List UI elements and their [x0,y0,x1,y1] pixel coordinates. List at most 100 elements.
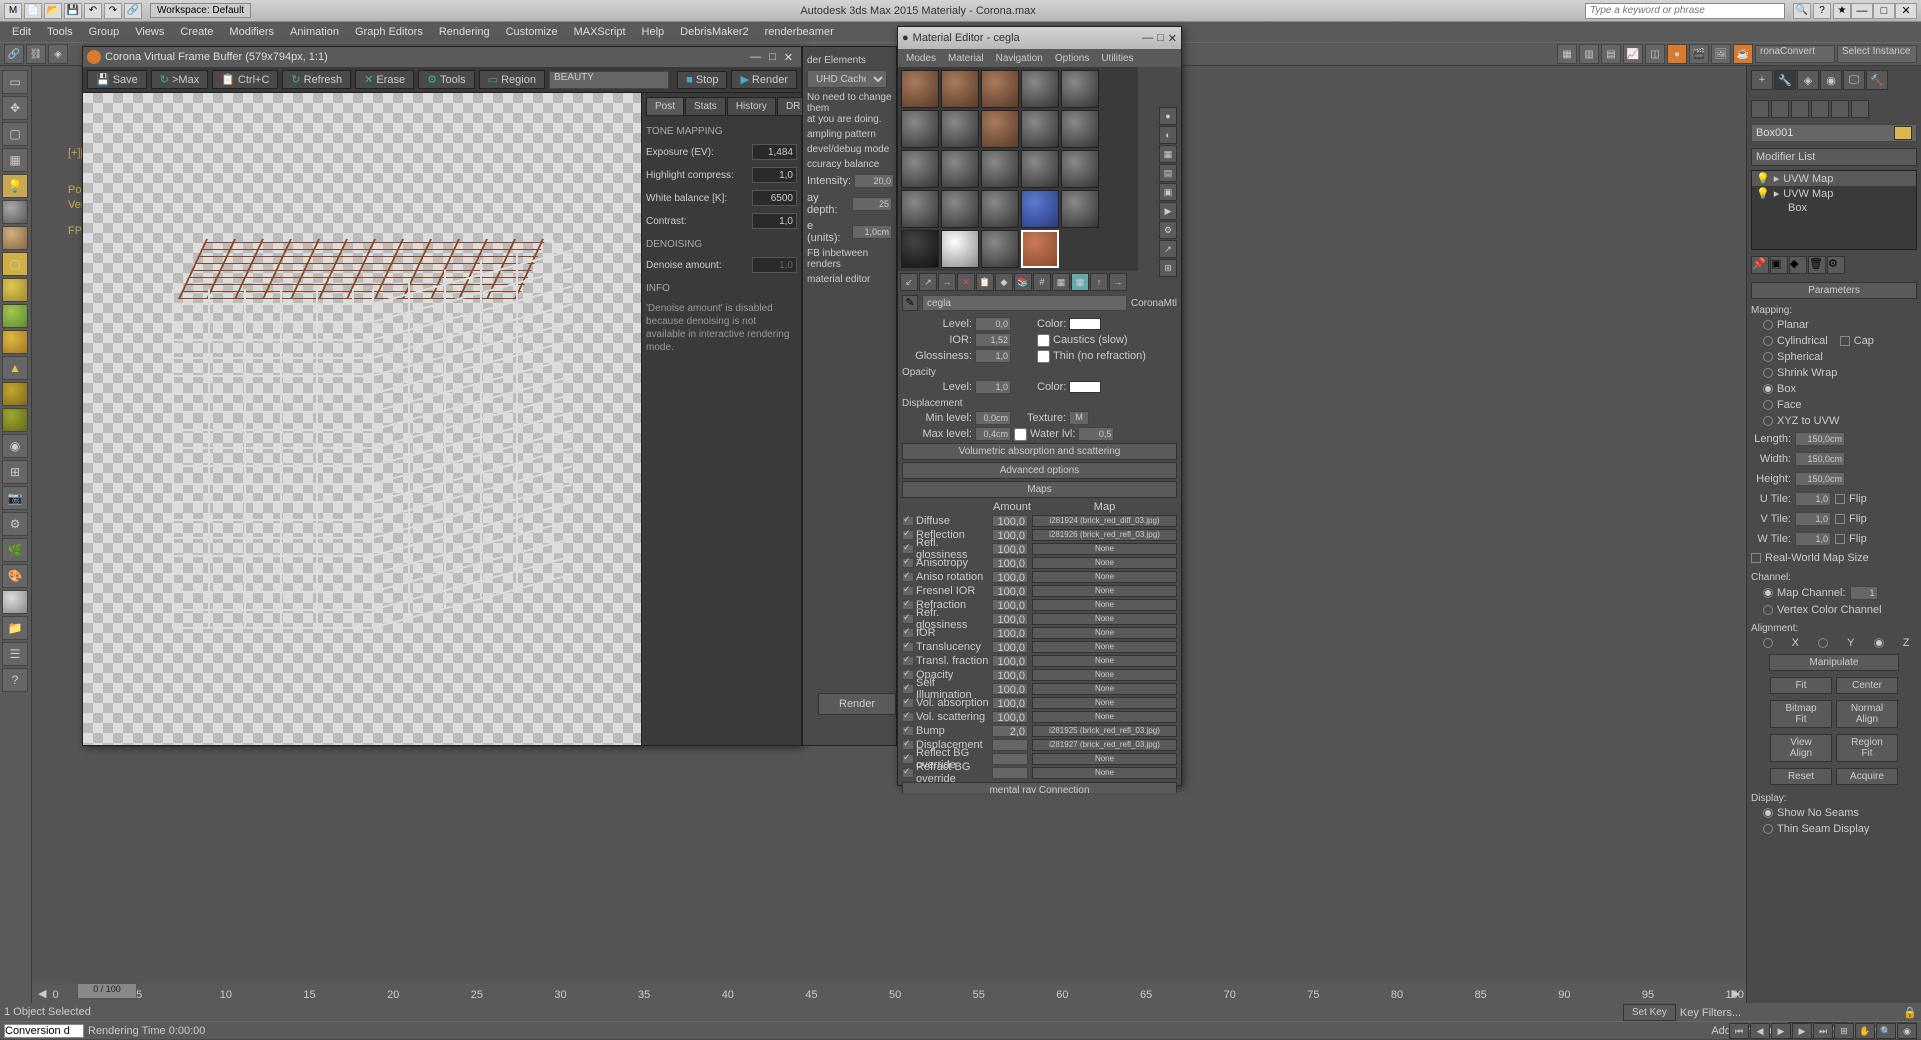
app-icon[interactable]: M [4,3,22,19]
vfb-titlebar[interactable]: Corona Virtual Frame Buffer (579x794px, … [83,47,801,67]
vflip-checkbox[interactable] [1835,514,1845,524]
map-amt-16[interactable] [992,739,1028,751]
align-icon[interactable]: ▥ [1579,44,1599,64]
mat-menu-navigation[interactable]: Navigation [990,52,1049,65]
length-spinner[interactable] [1795,432,1845,446]
menu-views[interactable]: Views [127,24,172,40]
menu-maxscript[interactable]: MAXScript [566,24,634,40]
assign-mat-icon[interactable]: → [938,273,956,291]
nav-4-icon[interactable]: ◉ [1897,1023,1917,1039]
radio-vertex[interactable] [1763,605,1773,615]
bitmapfit-btn[interactable]: Bitmap Fit [1770,700,1832,728]
mat-slot-9[interactable] [1021,110,1059,148]
exposure-spinner[interactable] [752,144,797,160]
stack-box[interactable]: Box [1752,201,1916,215]
menu-animation[interactable]: Animation [282,24,347,40]
rs-units-spinner[interactable] [852,225,892,239]
mat-type-label[interactable]: CoronaMtl [1131,298,1177,309]
help-search-input[interactable] [1585,3,1785,19]
corona-convert-dropdown[interactable]: ronaConvert [1755,45,1835,63]
cone-icon[interactable]: ▲ [2,356,28,380]
cp-tab-hierarchy[interactable]: ◈ [1797,70,1819,90]
opac-level-spinner[interactable] [975,380,1011,394]
rp-icon-5[interactable] [1831,100,1849,118]
reset-mat-icon[interactable]: ✕ [957,273,975,291]
radio-xyz[interactable] [1763,416,1773,426]
render-setup-icon[interactable]: 🎬 [1689,44,1709,64]
rp-icon-6[interactable] [1851,100,1869,118]
preview-icon[interactable]: ▶ [1159,202,1177,220]
mat-slot-13[interactable] [981,150,1019,188]
mat-slot-22[interactable] [941,230,979,268]
layers-icon[interactable]: ▤ [1601,44,1621,64]
opac-color-swatch[interactable] [1069,381,1101,393]
menu-grapheditors[interactable]: Graph Editors [347,24,431,40]
rp-icon-2[interactable] [1771,100,1789,118]
mat-slot-20[interactable] [1061,190,1099,228]
mat-slot-5[interactable] [1061,70,1099,108]
mat-slot-15[interactable] [1061,150,1099,188]
disp-min-spinner[interactable] [975,411,1011,425]
grid-icon[interactable]: ▦ [2,148,28,172]
radio-planar[interactable] [1763,320,1773,330]
water-checkbox[interactable] [1014,428,1027,441]
center-btn[interactable]: Center [1836,677,1898,694]
goto-end-icon[interactable]: ⏭ [1813,1023,1833,1039]
map-btn-18[interactable]: None [1032,767,1177,779]
map-amt-0[interactable]: 100,0 [992,515,1028,527]
menu-edit[interactable]: Edit [4,24,39,40]
mat-name-input[interactable] [922,295,1127,311]
go-parent-icon[interactable]: ↑ [1090,273,1108,291]
viewalign-btn[interactable]: View Align [1770,734,1832,762]
isolate-icon[interactable]: ◉ [2,434,28,458]
radio-face[interactable] [1763,400,1773,410]
adv-rollout[interactable]: Advanced options [902,462,1177,479]
vfb-min-icon[interactable]: — [746,51,765,63]
sphere-yellow-icon[interactable] [2,278,28,302]
sphere-tan-icon[interactable] [2,226,28,250]
reset-btn[interactable]: Reset [1770,768,1832,785]
stack-uvwmap-1[interactable]: 💡▸UVW Map [1752,171,1916,186]
options-icon[interactable]: ⚙ [1159,221,1177,239]
video-check-icon[interactable]: ▣ [1159,183,1177,201]
menu-group[interactable]: Group [81,24,128,40]
mat-close-icon[interactable]: ✕ [1168,32,1177,45]
map-chk-8[interactable] [902,628,914,638]
copy-mat-icon[interactable]: 📋 [976,273,994,291]
map-chk-0[interactable] [902,516,914,526]
map-btn-0[interactable]: i281924 (brick_red_diff_03.jpg) [1032,515,1177,527]
help-icon[interactable]: ? [1813,3,1831,19]
viewport[interactable]: [+][VRayP To Polys: To Verts: 7 FPS: 1 C… [32,66,1921,1039]
gear-tool-icon[interactable]: ⚙ [2,512,28,536]
map-amt-6[interactable]: 100,0 [992,599,1028,611]
utile-spinner[interactable] [1795,492,1831,506]
object-color-swatch[interactable] [1894,126,1912,140]
maps-rollout[interactable]: Maps [902,481,1177,498]
map-btn-9[interactable]: None [1032,641,1177,653]
rs-intensity-spinner[interactable] [854,174,894,188]
wb-spinner[interactable] [752,190,797,206]
box-yellow-icon[interactable]: ▢ [2,252,28,276]
nav-1-icon[interactable]: ⊞ [1834,1023,1854,1039]
map-btn-16[interactable]: i281927 (brick_red_refl_03.jpg) [1032,739,1177,751]
rs-raydepth-spinner[interactable] [852,197,892,211]
put-mat-icon[interactable]: ↗ [919,273,937,291]
wtile-spinner[interactable] [1795,532,1831,546]
quick-render-icon[interactable]: ☕ [1733,44,1753,64]
rs-cache-dropdown[interactable]: UHD Cache [807,70,887,88]
map-chk-16[interactable] [902,740,914,750]
go-sibling-icon[interactable]: → [1109,273,1127,291]
select-instance-dropdown[interactable]: Select Instance [1837,45,1917,63]
save-icon[interactable]: 💾 [64,3,82,19]
schematic-icon[interactable]: ◫ [1645,44,1665,64]
stack-uvwmap-2[interactable]: 💡▸UVW Map [1752,186,1916,201]
map-btn-7[interactable]: None [1032,613,1177,625]
sphere-gold-icon[interactable] [2,330,28,354]
cap-checkbox[interactable] [1840,336,1850,346]
ior-spinner[interactable] [975,333,1011,347]
map-amt-4[interactable]: 100,0 [992,571,1028,583]
map-chk-2[interactable] [902,544,914,554]
render-view[interactable] [83,93,641,745]
regionfit-btn[interactable]: Region Fit [1836,734,1898,762]
radio-x[interactable] [1763,638,1773,648]
